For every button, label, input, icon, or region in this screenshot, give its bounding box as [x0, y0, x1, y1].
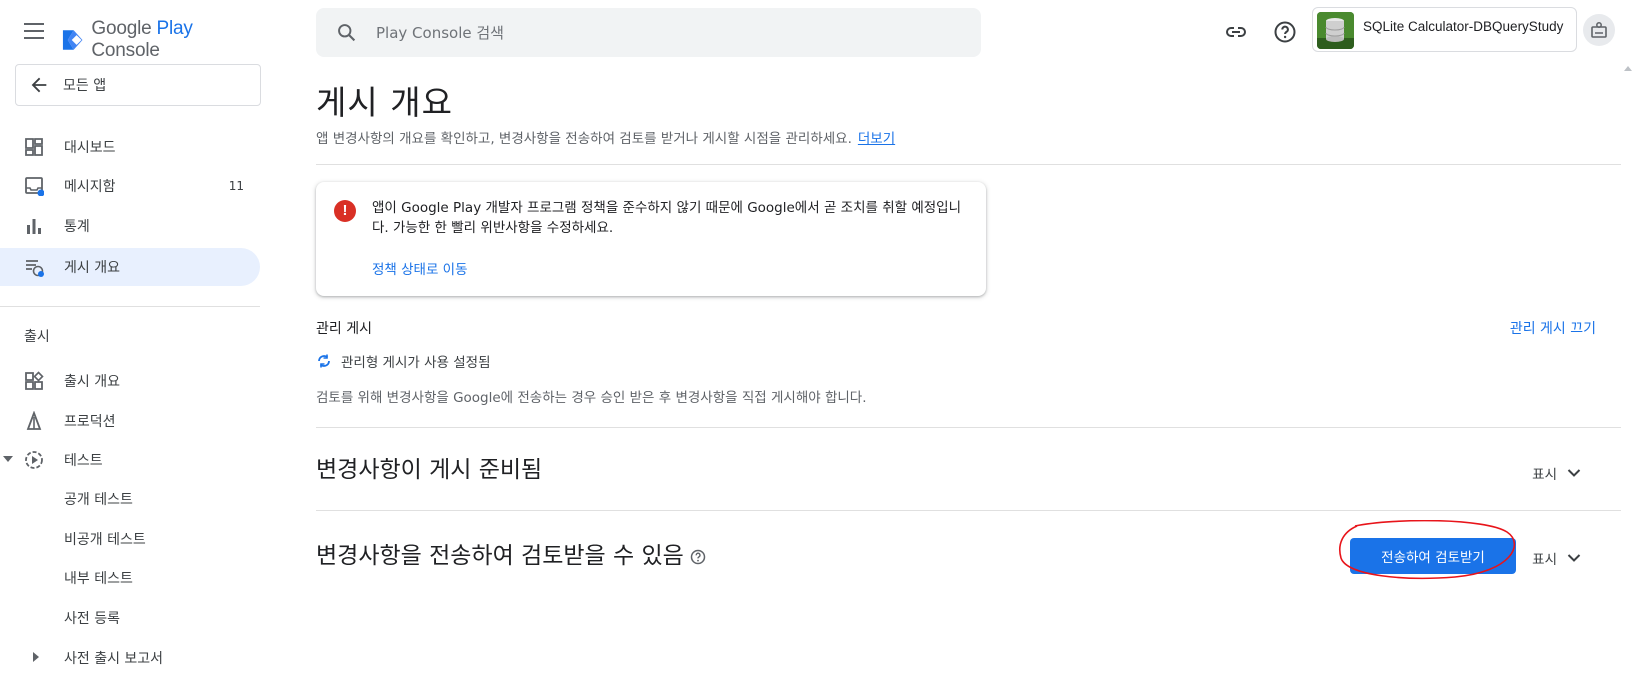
divider	[316, 510, 1621, 511]
review-section-show-button[interactable]: 표시	[1532, 548, 1581, 568]
play-console-logo[interactable]: Google Play Console	[60, 18, 262, 62]
ready-for-review-title-text: 변경사항을 전송하여 검토받을 수 있음	[316, 543, 684, 569]
developer-account-button[interactable]	[1583, 14, 1615, 46]
ready-to-publish-title: 변경사항이 게시 준비됨	[316, 457, 543, 483]
expand-caret-icon[interactable]	[33, 652, 39, 662]
help-icon[interactable]	[690, 549, 706, 565]
sync-icon	[318, 354, 330, 368]
sidebar-item-pre-registration[interactable]: 사전 등록	[0, 599, 260, 637]
page-title: 게시 개요	[316, 83, 453, 122]
menu-icon[interactable]	[24, 23, 44, 39]
sidebar-item-testing[interactable]: 테스트	[0, 441, 260, 479]
chevron-down-icon	[1567, 469, 1581, 477]
sidebar-divider	[0, 306, 260, 307]
dashboard-icon	[25, 138, 43, 156]
link-button[interactable]	[1220, 16, 1252, 48]
help-button[interactable]	[1269, 16, 1301, 48]
turn-off-managed-publishing-link[interactable]: 관리 게시 끄기	[1510, 318, 1596, 338]
sidebar-item-publishing-overview[interactable]: 게시 개요	[0, 248, 260, 286]
ready-section-show-button[interactable]: 표시	[1532, 463, 1581, 483]
divider	[316, 427, 1621, 428]
managed-publishing-status-text: 관리형 게시가 사용 설정됨	[341, 355, 491, 371]
search-input[interactable]	[376, 20, 936, 46]
send-for-review-button[interactable]: 전송하여 검토받기	[1350, 538, 1516, 574]
app-icon	[1317, 12, 1354, 49]
sidebar-item-label: 통계	[64, 219, 90, 235]
error-icon: !	[334, 200, 356, 222]
logo-row: Google Play Console	[0, 14, 262, 61]
sidebar-item-label: 게시 개요	[64, 260, 120, 276]
app-name: SQLite Calculator-DBQueryStudy	[1363, 19, 1564, 34]
search-bar[interactable]	[316, 8, 981, 57]
testing-icon	[25, 451, 43, 469]
release-overview-icon	[25, 371, 44, 390]
sidebar-item-inbox[interactable]: 메시지함 11	[0, 167, 260, 205]
sidebar-item-label: 프로덕션	[64, 414, 116, 430]
show-label: 표시	[1532, 467, 1557, 483]
managed-publishing-status: 관리형 게시가 사용 설정됨	[316, 351, 491, 371]
link-icon	[1226, 27, 1246, 37]
sidebar: Google Play Console 모든 앱 대시보드 메시지함 11 통계…	[0, 0, 262, 684]
sidebar-item-label: 메시지함	[64, 179, 116, 195]
sidebar-item-label: 공개 테스트	[64, 492, 133, 508]
sidebar-item-label: 사전 출시 보고서	[64, 651, 164, 667]
policy-alert-card: ! 앱이 Google Play 개발자 프로그램 정책을 준수하지 않기 때문…	[316, 182, 986, 296]
sidebar-item-statistics[interactable]: 통계	[0, 207, 260, 245]
search-icon	[338, 24, 356, 42]
managed-publishing-note: 검토를 위해 변경사항을 Google에 전송하는 경우 승인 받은 후 변경사…	[316, 390, 867, 406]
show-label: 표시	[1532, 552, 1557, 568]
sidebar-item-label: 출시 개요	[64, 374, 120, 390]
sidebar-item-closed-testing[interactable]: 비공개 테스트	[0, 520, 260, 558]
release-section-title: 출시	[24, 329, 50, 345]
all-apps-button[interactable]: 모든 앱	[15, 64, 261, 106]
divider	[316, 164, 1621, 165]
sidebar-item-label: 사전 등록	[64, 611, 120, 627]
account-icon	[1591, 22, 1607, 38]
sidebar-item-label: 내부 테스트	[64, 571, 133, 587]
learn-more-link[interactable]: 더보기	[858, 131, 895, 147]
inbox-icon	[25, 177, 44, 196]
app-selector[interactable]: SQLite Calculator-DBQueryStudy	[1312, 7, 1577, 52]
policy-alert-text: 앱이 Google Play 개발자 프로그램 정책을 준수하지 않기 때문에 …	[372, 200, 962, 236]
expand-caret-icon[interactable]	[3, 456, 13, 462]
policy-status-link[interactable]: 정책 상태로 이동	[372, 258, 468, 278]
sidebar-item-release-overview[interactable]: 출시 개요	[0, 362, 260, 400]
arrow-back-icon	[31, 77, 47, 93]
scrollbar-arrow-icon[interactable]	[1624, 66, 1632, 71]
sidebar-item-production[interactable]: 프로덕션	[0, 402, 260, 440]
ready-for-review-title: 변경사항을 전송하여 검토받을 수 있음	[316, 536, 706, 570]
inbox-count-badge: 11	[228, 179, 244, 193]
help-icon	[1274, 21, 1296, 43]
sidebar-item-label: 대시보드	[64, 140, 116, 156]
sidebar-item-label: 비공개 테스트	[64, 532, 146, 548]
sidebar-item-label: 테스트	[64, 453, 103, 469]
sidebar-item-pre-launch-report[interactable]: 사전 출시 보고서	[0, 639, 260, 677]
chevron-down-icon	[1567, 554, 1581, 562]
publishing-overview-icon	[26, 260, 44, 277]
ready-to-publish-section: 변경사항이 게시 준비됨 표시	[316, 438, 1621, 498]
play-console-logo-icon	[62, 30, 83, 50]
bar-chart-icon	[27, 219, 41, 234]
page-description: 앱 변경사항의 개요를 확인하고, 변경사항을 전송하여 검토를 받거나 게시할…	[316, 127, 895, 147]
sidebar-item-internal-testing[interactable]: 내부 테스트	[0, 559, 260, 597]
managed-publishing-title: 관리 게시	[316, 321, 372, 337]
brand-text: Google Play Console	[91, 18, 193, 61]
sidebar-item-dashboard[interactable]: 대시보드	[0, 128, 260, 166]
production-icon	[26, 411, 42, 430]
all-apps-label: 모든 앱	[63, 78, 107, 94]
page-description-text: 앱 변경사항의 개요를 확인하고, 변경사항을 전송하여 검토를 받거나 게시할…	[316, 131, 852, 147]
sidebar-item-open-testing[interactable]: 공개 테스트	[0, 480, 260, 518]
